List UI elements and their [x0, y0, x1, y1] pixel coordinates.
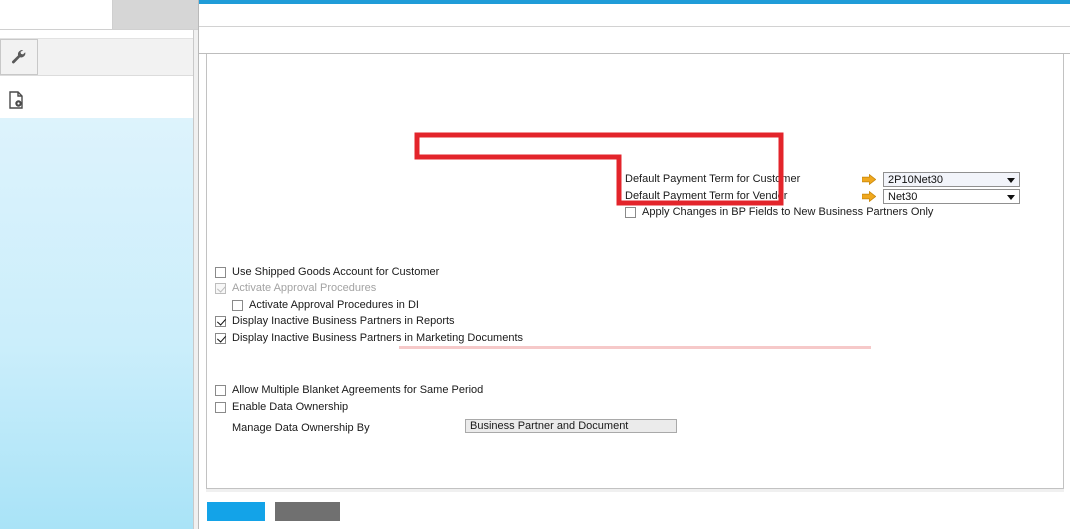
cancel-button[interactable]: [275, 502, 340, 521]
checkbox-activate-approval-procedures: Activate Approval Procedures: [215, 282, 376, 294]
checkbox-checked-icon: [215, 315, 226, 327]
dropdown-default-payment-term-for-vendor[interactable]: Net30: [883, 189, 1020, 204]
checkbox-enable-data-ownership[interactable]: Enable Data Ownership: [215, 401, 348, 413]
dropdown-value: Net30: [888, 190, 918, 203]
checkbox-checked-icon: [215, 332, 226, 344]
checkbox-label: Display Inactive Business Partners in Ma…: [232, 332, 524, 344]
checkbox-unchecked-icon: [215, 384, 226, 396]
checkbox-unchecked-icon: [232, 299, 243, 311]
checkbox-checked-icon: [215, 282, 226, 294]
shell-tab-bar: [0, 0, 198, 30]
tab-drag-and-relate[interactable]: [113, 0, 198, 30]
checkbox-label: Display Inactive Business Partners in Re…: [232, 315, 455, 327]
checkbox-label: Enable Data Ownership: [232, 401, 349, 413]
link-arrow-icon[interactable]: [862, 174, 876, 185]
lookup-menus-input[interactable]: [38, 39, 198, 75]
checkbox-use-shipped-goods-account-for-customer[interactable]: Use Shipped Goods Account for Customer: [215, 266, 439, 278]
application-shell: [0, 0, 198, 529]
checkbox-unchecked-icon: [215, 266, 226, 278]
checkbox-label: Use Shipped Goods Account for Customer: [232, 266, 440, 278]
general-settings-dialog: Default Payment Term for Customer 2P10Net…: [198, 0, 1070, 529]
tab-modules[interactable]: [0, 0, 113, 30]
ok-button[interactable]: [207, 502, 265, 521]
checkbox-label: Allow Multiple Blanket Agreements for Sa…: [232, 384, 484, 396]
link-arrow-icon[interactable]: [862, 191, 876, 202]
checkbox-label: Apply Changes in BP Fields to New Busine…: [642, 206, 934, 218]
watermark-rule: [399, 346, 871, 349]
checkbox-display-inactive-business-partners-in-marketing-documents[interactable]: Display Inactive Business Partners in Ma…: [215, 332, 523, 344]
label-default-payment-term-for-customer-term: Default Payment Term for Customer: [625, 173, 801, 185]
lookup-menus-row: [0, 38, 198, 76]
administration-icon: [8, 90, 24, 112]
dialog-accent-bar: [199, 0, 1070, 4]
dialog-footer: [199, 492, 1070, 529]
checkbox-apply-changes-in-bp-fields-to-new-business-partners-only[interactable]: Apply Changes in BP Fields to New Busine…: [625, 206, 933, 218]
dropdown-value: 2P10Net30: [888, 173, 944, 186]
chevron-down-icon: [1007, 178, 1015, 183]
bp-tab-panel: Default Payment Term for Customer 2P10Net…: [206, 54, 1064, 489]
label-default-payment-term-for-vendor-term: Default Payment Term for Vendor: [625, 190, 788, 202]
navigation-tree: [0, 118, 193, 529]
dropdown-default-payment-term-for-customer[interactable]: 2P10Net30: [883, 172, 1020, 187]
checkbox-label: Activate Approval Procedures in DI: [249, 299, 419, 311]
checkbox-allow-multiple-blanket-agreements-for-same-period[interactable]: Allow Multiple Blanket Agreements for Sa…: [215, 384, 483, 396]
shell-tab-divider: [0, 29, 198, 30]
chevron-down-icon: [1007, 195, 1015, 200]
checkbox-label: Activate Approval Procedures: [232, 282, 377, 294]
checkbox-unchecked-icon: [215, 401, 226, 413]
label-manage-data-ownership-by: Manage Data Ownership By: [232, 422, 370, 434]
checkbox-activate-approval-procedures-in-di[interactable]: Activate Approval Procedures in DI: [232, 299, 419, 311]
dialog-tab-underline: [199, 53, 1070, 54]
wrench-icon[interactable]: [0, 39, 38, 75]
checkbox-unchecked-icon: [625, 206, 636, 218]
checkbox-display-inactive-business-partners-in-reports[interactable]: Display Inactive Business Partners in Re…: [215, 315, 455, 327]
module-header-administration[interactable]: [0, 84, 198, 118]
value-manage-data-ownership-by: Business Partner and Document: [465, 419, 677, 433]
dialog-tab-strip: [199, 27, 1070, 54]
screen: Default Payment Term for Customer 2P10Net…: [0, 0, 1070, 529]
